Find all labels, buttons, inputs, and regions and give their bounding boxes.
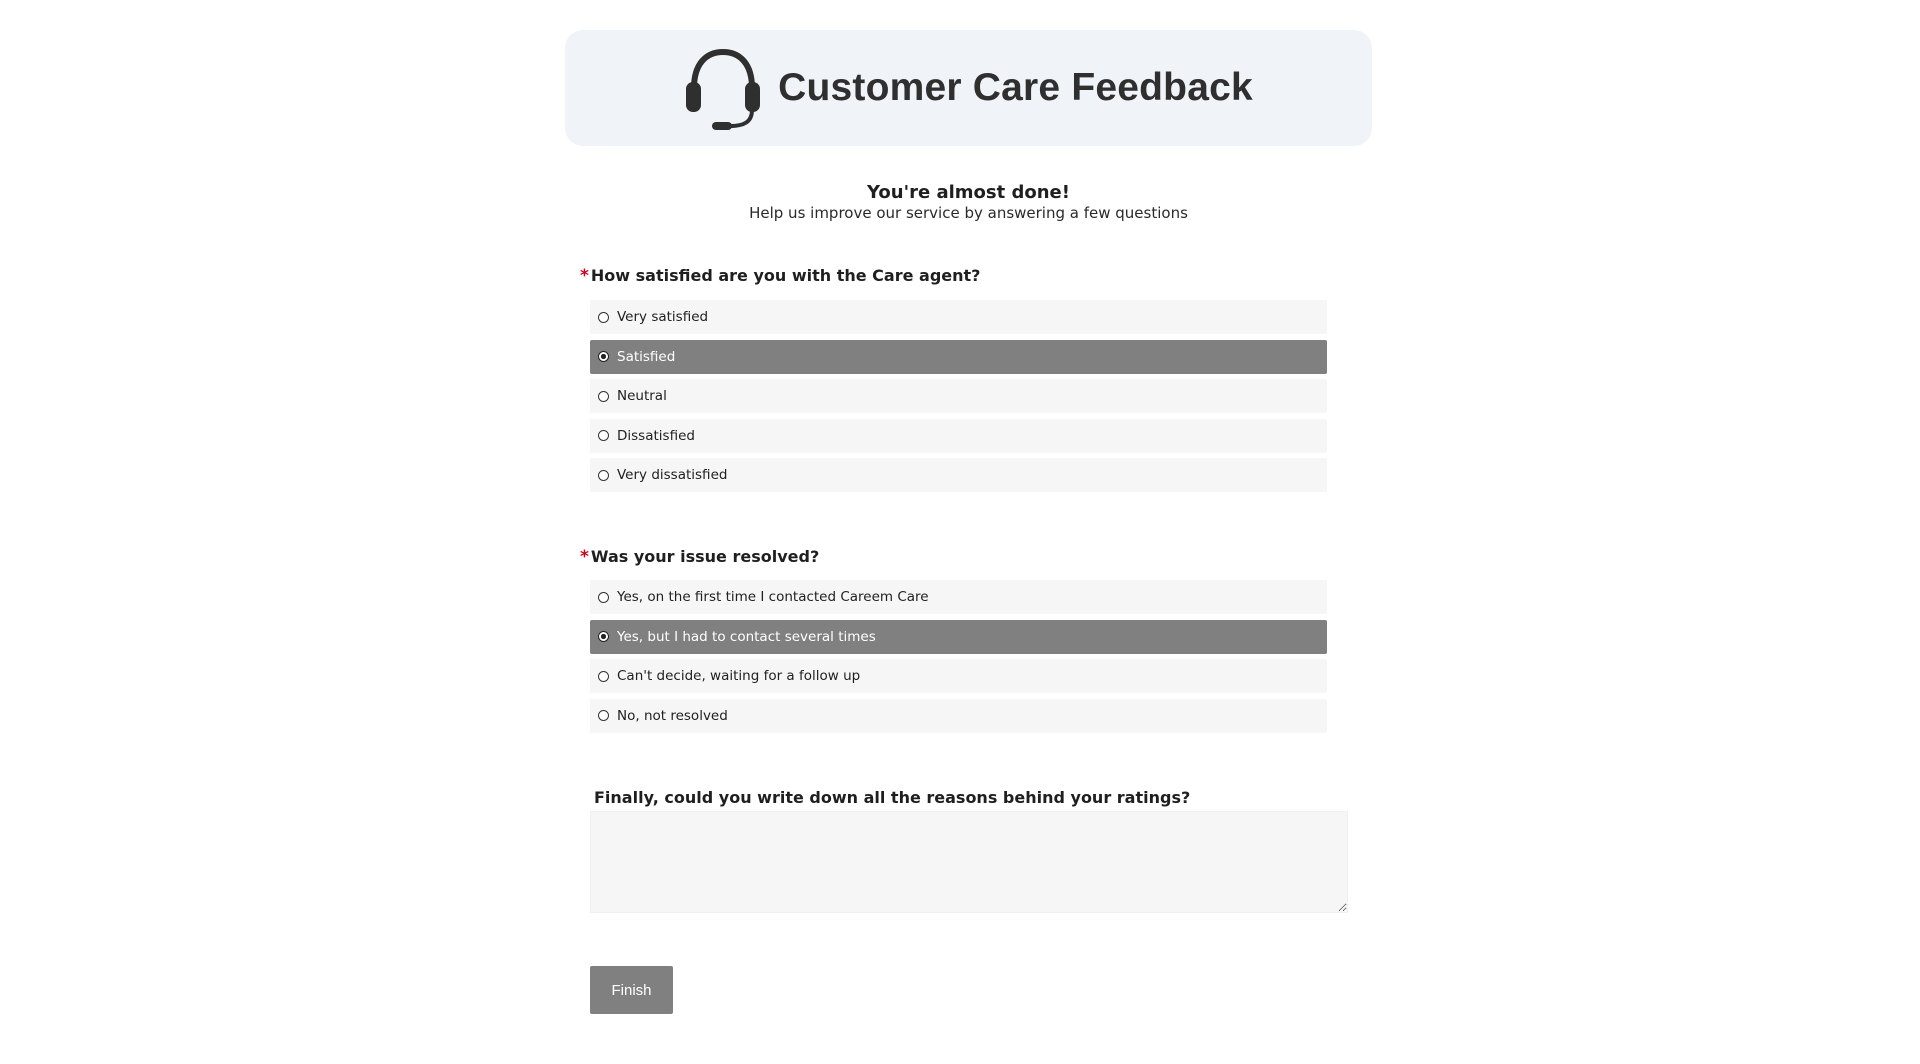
option-label: Dissatisfied: [617, 427, 695, 444]
question-satisfaction: * How satisfied are you with the Care age…: [580, 266, 980, 286]
headset-icon: [686, 48, 761, 130]
option-very-dissatisfied[interactable]: Very dissatisfied: [590, 458, 1327, 492]
page-title: Customer Care Feedback: [778, 66, 1253, 109]
option-label: Yes, but I had to contact several times: [617, 628, 876, 645]
question-label: Finally, could you write down all the re…: [594, 788, 1191, 807]
finish-button[interactable]: Finish: [590, 966, 673, 1014]
feedback-page: Customer Care Feedback You're almost don…: [0, 0, 1920, 1064]
required-mark: *: [580, 547, 589, 567]
radio-button[interactable]: [598, 311, 609, 323]
radio-button[interactable]: [598, 631, 609, 642]
option-yes-several-times[interactable]: Yes, but I had to contact several times: [590, 619, 1327, 654]
header-banner: Customer Care Feedback: [565, 30, 1372, 146]
resolution-options: Yes, on the first time I contacted Caree…: [590, 580, 1327, 738]
question-label: How satisfied are you with the Care agen…: [590, 266, 981, 285]
option-label: No, not resolved: [617, 707, 728, 724]
radio-button[interactable]: [598, 351, 609, 362]
option-label: Yes, on the first time I contacted Caree…: [617, 589, 929, 605]
option-dissatisfied[interactable]: Dissatisfied: [590, 418, 1327, 453]
reasons-field-wrapper: [590, 811, 1348, 913]
question-label: Was your issue resolved?: [590, 547, 820, 566]
question-resolution: * Was your issue resolved?: [580, 547, 819, 567]
reasons-textarea[interactable]: [590, 811, 1348, 913]
radio-button[interactable]: [598, 390, 609, 402]
option-label: Satisfied: [617, 348, 676, 365]
option-label: Very satisfied: [617, 309, 709, 325]
radio-button[interactable]: [598, 670, 609, 682]
intro-section: You're almost done! Help us improve our …: [565, 182, 1372, 222]
option-neutral[interactable]: Neutral: [590, 379, 1327, 413]
option-satisfied[interactable]: Satisfied: [590, 339, 1327, 374]
question-reasons: Finally, could you write down all the re…: [594, 788, 1190, 808]
radio-button[interactable]: [598, 430, 609, 441]
option-cant-decide[interactable]: Can't decide, waiting for a follow up: [590, 659, 1327, 693]
option-label: Neutral: [617, 388, 667, 404]
intro-title: You're almost done!: [867, 182, 1070, 203]
radio-button[interactable]: [598, 591, 609, 603]
option-yes-first-time[interactable]: Yes, on the first time I contacted Caree…: [590, 580, 1327, 614]
satisfaction-options: Very satisfied Satisfied Neutral Dissati…: [590, 300, 1327, 498]
option-label: Can't decide, waiting for a follow up: [617, 668, 861, 684]
radio-button[interactable]: [598, 710, 609, 721]
option-not-resolved[interactable]: No, not resolved: [590, 698, 1327, 733]
radio-button[interactable]: [598, 469, 609, 481]
intro-subtitle: Help us improve our service by answering…: [749, 204, 1188, 222]
option-very-satisfied[interactable]: Very satisfied: [590, 300, 1327, 334]
required-mark: *: [580, 266, 589, 286]
option-label: Very dissatisfied: [617, 467, 728, 483]
